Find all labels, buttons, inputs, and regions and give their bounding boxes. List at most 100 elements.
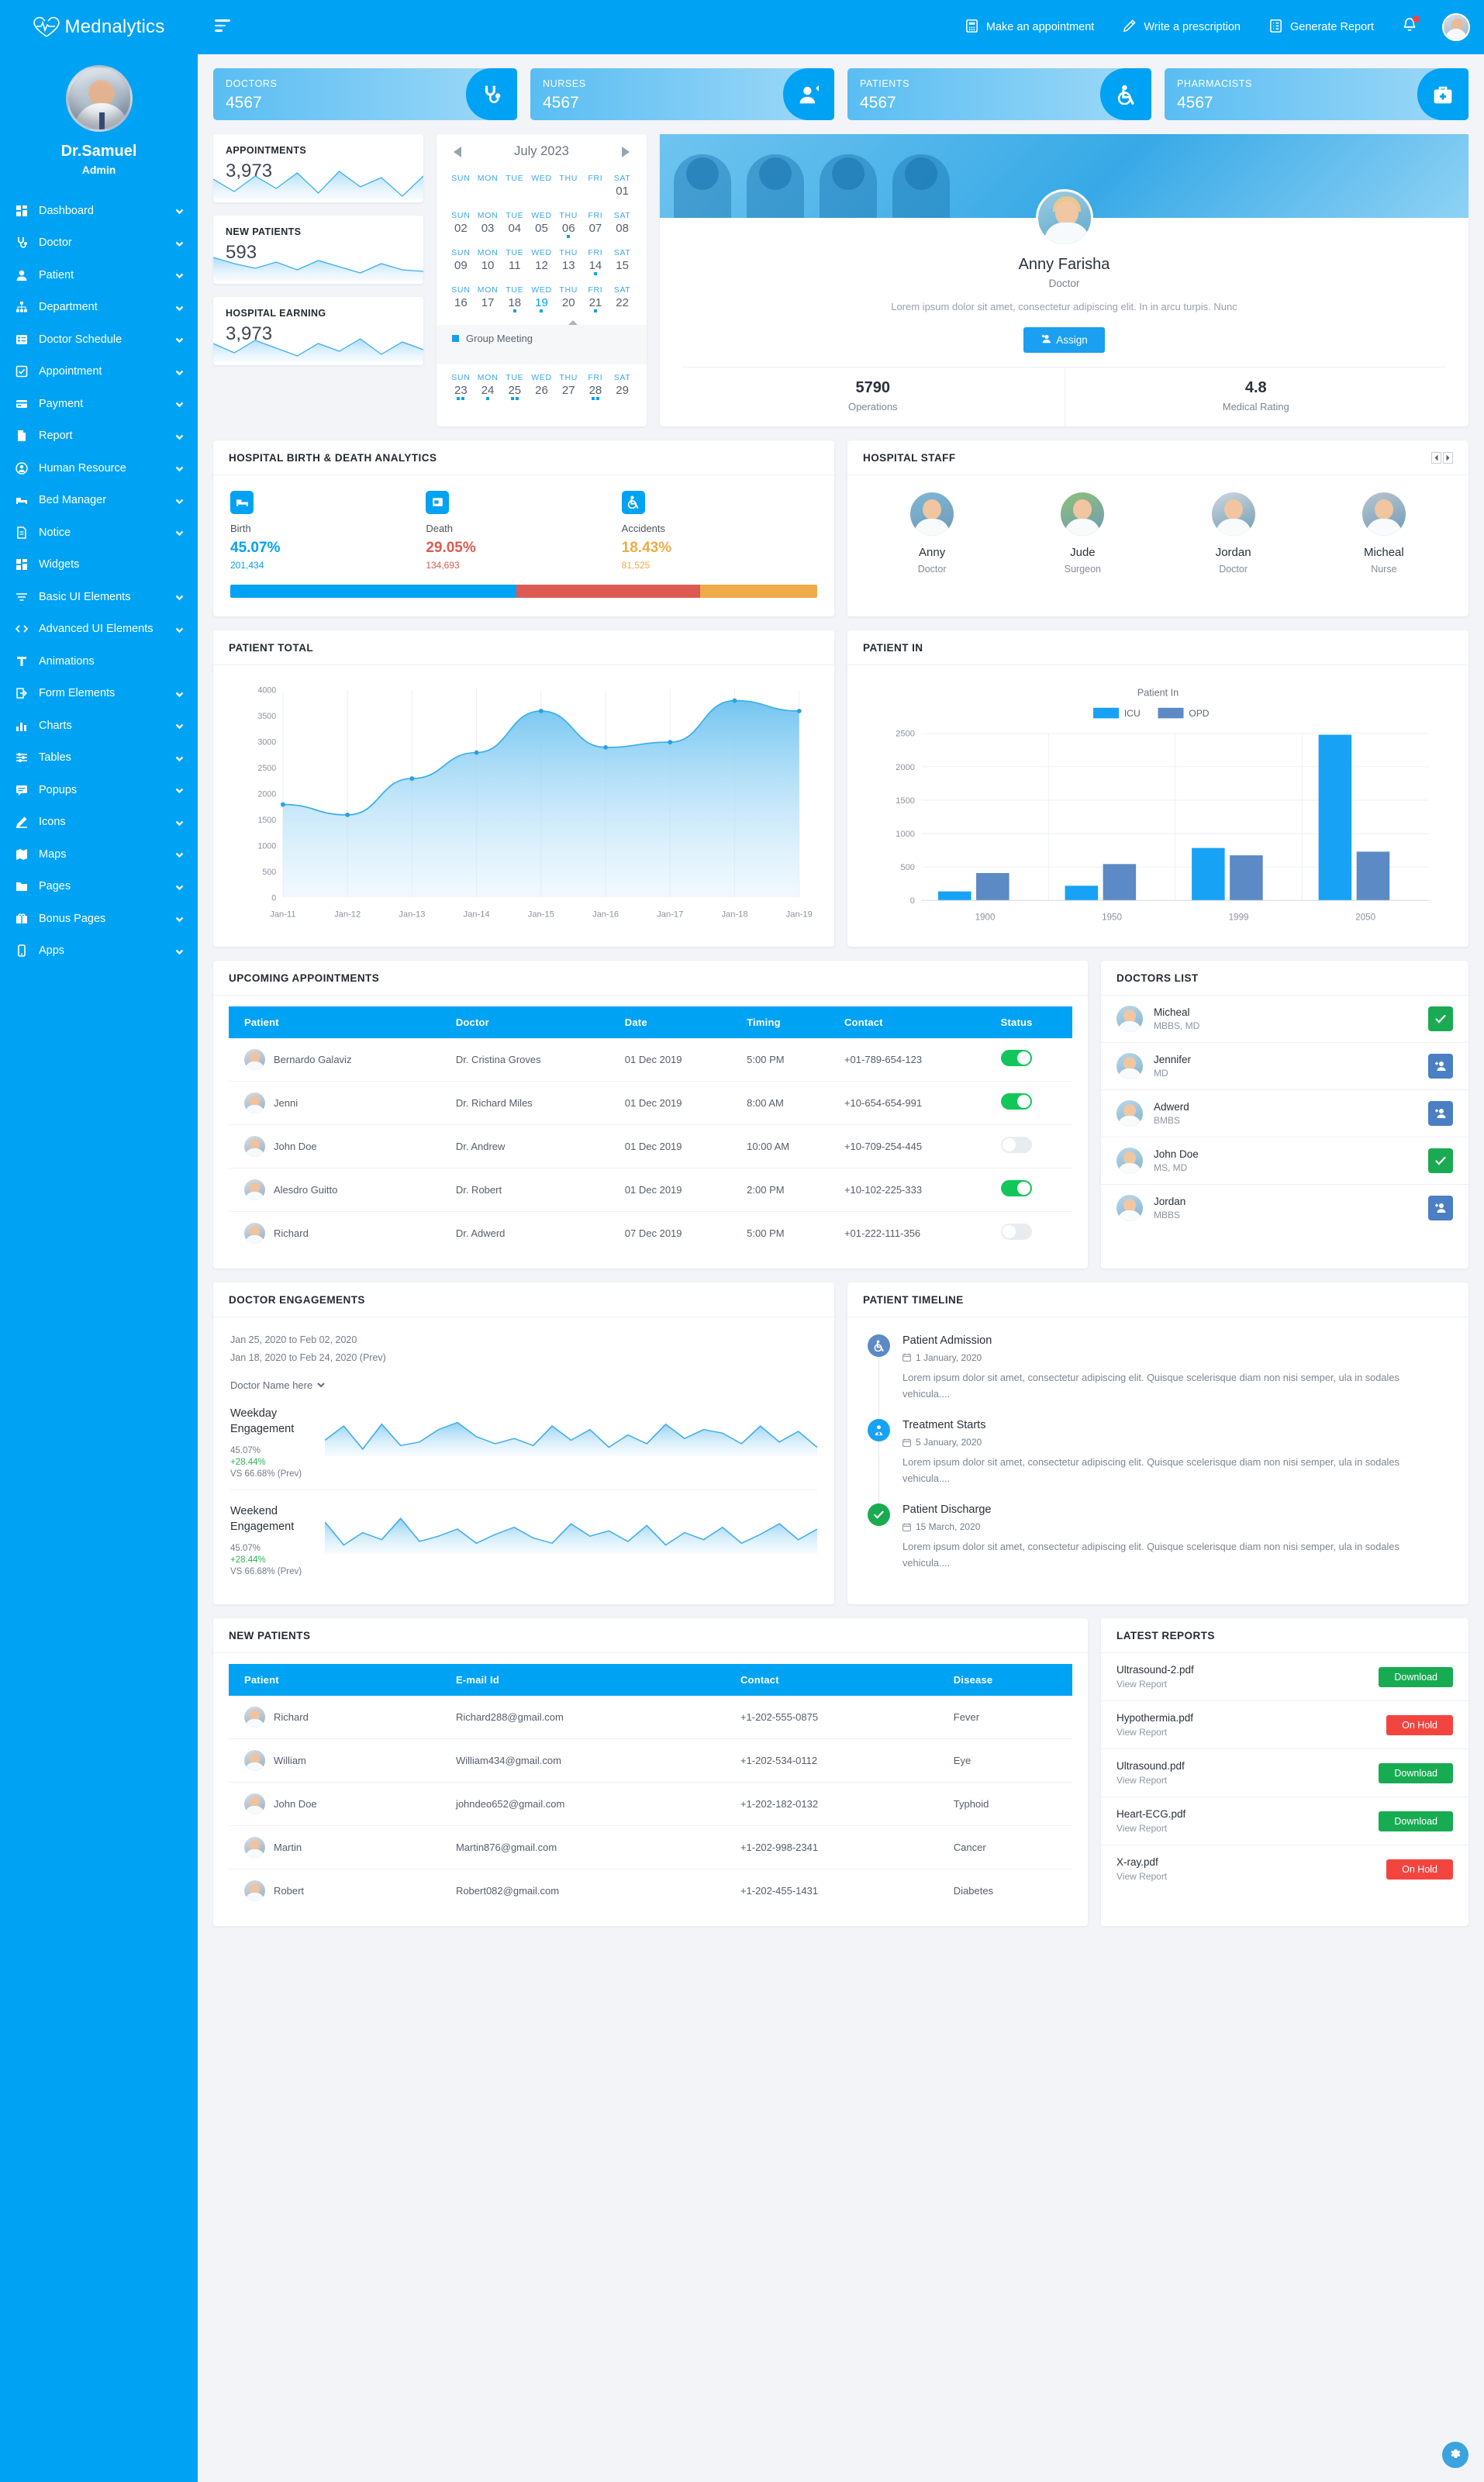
status-toggle[interactable] (1000, 1180, 1032, 1197)
sidebar-item-widgets[interactable]: Widgets (0, 549, 198, 582)
view-report-link[interactable]: View Report (1116, 1775, 1379, 1786)
calendar-day[interactable]: 27 (555, 384, 582, 405)
calendar-day[interactable]: 04 (501, 222, 528, 243)
calendar-event[interactable]: Group Meeting (437, 320, 647, 364)
calendar-day[interactable]: 14 (582, 259, 609, 280)
hamburger-icon[interactable] (215, 19, 232, 35)
calendar-day[interactable]: 06 (555, 222, 582, 243)
calendar-day[interactable]: 20 (555, 296, 582, 317)
calendar-day[interactable]: 28 (582, 384, 609, 405)
sidebar-item-bonus-pages[interactable]: Bonus Pages (0, 903, 198, 935)
staff-member[interactable]: Jude Surgeon (1007, 492, 1158, 575)
sidebar-item-apps[interactable]: Apps (0, 935, 198, 968)
make-appointment-button[interactable]: Make an appointment (965, 19, 1094, 36)
caret-left-icon[interactable] (454, 146, 461, 157)
stat-card-patients[interactable]: PATIENTS 4567 (847, 68, 1151, 120)
doctor-add-button[interactable] (1428, 1100, 1453, 1126)
chevron-left-icon[interactable] (1431, 451, 1441, 464)
calendar-day[interactable]: 05 (528, 222, 555, 243)
calendar-day[interactable]: 17 (475, 296, 502, 317)
caret-right-icon[interactable] (621, 146, 630, 157)
status-toggle[interactable] (1000, 1224, 1032, 1241)
view-report-link[interactable]: View Report (1116, 1679, 1379, 1690)
staff-member[interactable]: Anny Doctor (857, 492, 1007, 575)
calendar-day[interactable]: 09 (447, 259, 475, 280)
doctor-confirm-button[interactable] (1428, 1006, 1453, 1031)
calendar-day[interactable]: 23 (447, 384, 475, 405)
calendar-day[interactable]: 11 (501, 259, 528, 280)
sidebar-item-dashboard[interactable]: Dashboard (0, 195, 198, 227)
doctor-degree: MD (1154, 1067, 1168, 1079)
sidebar-item-maps[interactable]: Maps (0, 838, 198, 871)
calendar-day[interactable]: 18 (501, 296, 528, 317)
staff-member[interactable]: Jordan Doctor (1158, 492, 1309, 575)
doctor-confirm-button[interactable] (1428, 1148, 1453, 1173)
doctor-name-select[interactable]: Doctor Name here (230, 1379, 325, 1391)
hold-button[interactable]: On Hold (1386, 1714, 1453, 1735)
sidebar-item-notice[interactable]: Notice (0, 516, 198, 549)
generate-report-button[interactable]: Generate Report (1268, 19, 1374, 36)
stat-value: 4567 (543, 94, 579, 112)
sidebar-item-advanced-ui-elements[interactable]: Advanced UI Elements (0, 613, 198, 646)
brand[interactable]: Mednalytics (0, 0, 198, 54)
doctor-name: Jennifer (1154, 1053, 1192, 1065)
sidebar-item-pages[interactable]: Pages (0, 871, 198, 903)
hold-button[interactable]: On Hold (1386, 1859, 1453, 1880)
sidebar-item-report[interactable]: Report (0, 420, 198, 453)
sidebar-item-doctor[interactable]: Doctor (0, 227, 198, 260)
view-report-link[interactable]: View Report (1116, 1871, 1386, 1882)
calendar-day[interactable]: 24 (475, 384, 502, 405)
sidebar-item-basic-ui-elements[interactable]: Basic UI Elements (0, 581, 198, 613)
sidebar-item-patient[interactable]: Patient (0, 259, 198, 292)
sidebar-item-bed-manager[interactable]: Bed Manager (0, 485, 198, 517)
calendar-day[interactable]: 01 (609, 185, 636, 205)
sidebar-item-popups[interactable]: Popups (0, 774, 198, 806)
calendar-day[interactable]: 08 (609, 222, 636, 243)
sidebar-item-doctor-schedule[interactable]: Doctor Schedule (0, 323, 198, 356)
calendar-day[interactable]: 03 (475, 222, 502, 243)
view-report-link[interactable]: View Report (1116, 1727, 1386, 1738)
calendar-day[interactable]: 12 (528, 259, 555, 280)
download-button[interactable]: Download (1379, 1666, 1453, 1687)
calendar-day[interactable]: 21 (582, 296, 609, 317)
sidebar-item-human-resource[interactable]: Human Resource (0, 452, 198, 485)
write-prescription-button[interactable]: Write a prescription (1122, 19, 1241, 36)
sidebar-item-payment[interactable]: Payment (0, 388, 198, 420)
status-toggle[interactable] (1000, 1093, 1032, 1110)
calendar-day[interactable]: 16 (447, 296, 475, 317)
sidebar-item-appointment[interactable]: Appointment (0, 356, 198, 388)
doctor-add-button[interactable] (1428, 1195, 1453, 1220)
calendar-day[interactable]: 15 (609, 259, 636, 280)
calendar-day[interactable]: 13 (555, 259, 582, 280)
calendar-day[interactable]: 02 (447, 222, 475, 243)
sidebar-item-charts[interactable]: Charts (0, 709, 198, 742)
settings-fab[interactable] (1442, 2442, 1468, 2468)
calendar-day[interactable]: 25 (501, 384, 528, 405)
calendar-day[interactable]: 19 (528, 296, 555, 317)
sidebar-item-animations[interactable]: Animations (0, 645, 198, 678)
staff-member[interactable]: Micheal Nurse (1309, 492, 1459, 575)
sidebar-item-form-elements[interactable]: Form Elements (0, 678, 198, 710)
sidebar-item-icons[interactable]: Icons (0, 806, 198, 839)
view-report-link[interactable]: View Report (1116, 1823, 1379, 1834)
status-toggle[interactable] (1000, 1137, 1032, 1154)
calendar-day[interactable]: 10 (475, 259, 502, 280)
assign-button[interactable]: Assign (1023, 326, 1105, 353)
calendar-day[interactable]: 07 (582, 222, 609, 243)
sidebar-item-department[interactable]: Department (0, 292, 198, 324)
stat-card-doctors[interactable]: DOCTORS 4567 (213, 68, 517, 120)
stat-card-nurses[interactable]: NURSES 4567 (530, 68, 834, 120)
calendar-day[interactable]: 22 (609, 296, 636, 317)
doctor-add-button[interactable] (1428, 1053, 1453, 1079)
sidebar-item-tables[interactable]: Tables (0, 742, 198, 775)
new-patients-col: Contact (732, 1664, 946, 1697)
download-button[interactable]: Download (1379, 1811, 1453, 1831)
notifications-button[interactable] (1402, 16, 1420, 37)
download-button[interactable]: Download (1379, 1762, 1453, 1783)
status-toggle[interactable] (1000, 1050, 1032, 1067)
calendar-day[interactable]: 26 (528, 384, 555, 405)
calendar-day[interactable]: 29 (609, 384, 636, 405)
chevron-right-icon[interactable] (1443, 451, 1453, 464)
stat-card-pharmacists[interactable]: PHARMACISTS 4567 (1165, 68, 1468, 120)
user-avatar[interactable] (1442, 13, 1470, 41)
